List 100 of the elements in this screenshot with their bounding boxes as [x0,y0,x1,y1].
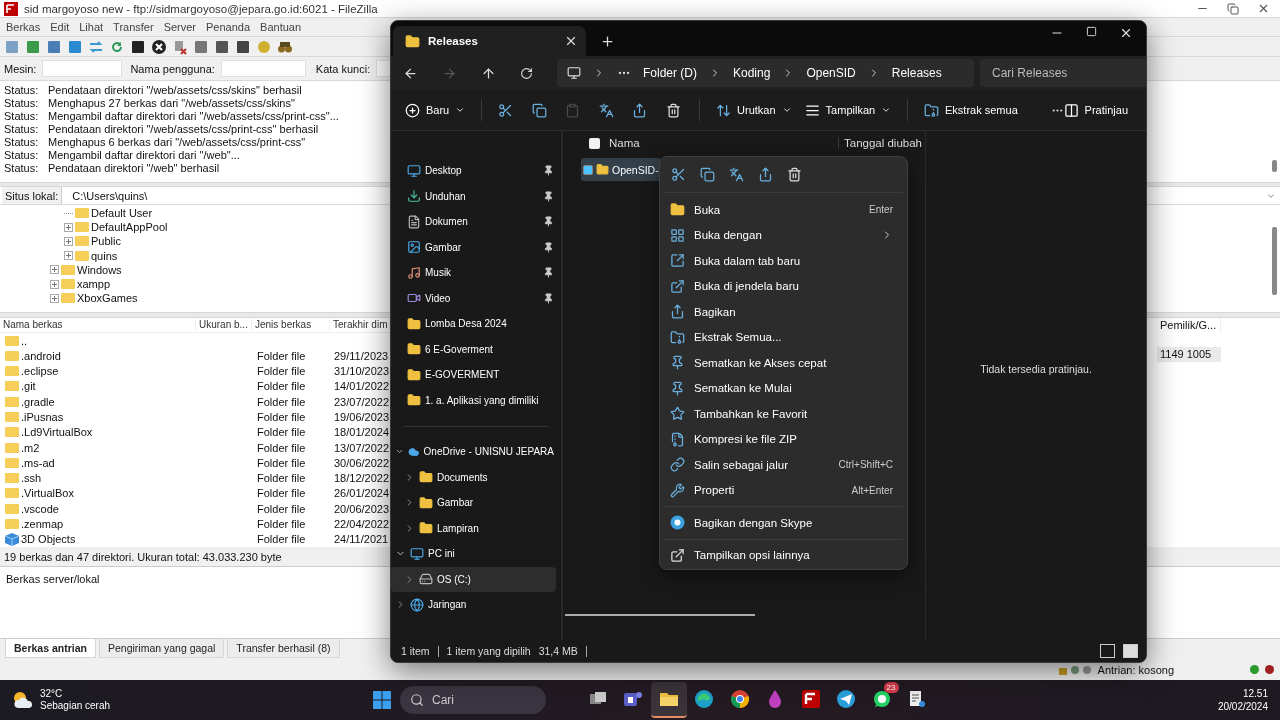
nav-item[interactable]: Jaringan [391,592,556,618]
file-row[interactable]: OpenSID- [581,158,661,181]
up-icon[interactable] [481,65,496,81]
tree-item[interactable]: Public [91,235,121,248]
file-name[interactable]: .eclipse [21,365,59,378]
new-tab-icon[interactable] [600,34,615,49]
breadcrumb-item[interactable]: Folder (D) [643,66,697,80]
file-name[interactable]: .git [21,380,36,393]
nav-item[interactable]: Gambar [391,234,556,260]
tree-item[interactable]: DefaultAppPool [91,221,168,234]
tree-item[interactable]: quins [91,249,118,262]
nav-item[interactable]: OS (C:) [391,566,556,592]
tab[interactable]: Pengiriman yang gagal [98,639,225,658]
nav-item[interactable]: Unduhan [391,183,556,209]
nav-item[interactable]: OneDrive - UNISNU JEPARA [391,439,556,465]
menu-item[interactable]: Sematkan ke Akses cepat [664,350,903,376]
taskbar-button[interactable]: 23 [864,682,900,718]
column-header[interactable]: Jenis berkas [252,319,330,331]
view-button[interactable]: Tampilkan [804,102,892,118]
menu-item[interactable]: Transfer [108,21,159,33]
copy-icon[interactable] [531,102,547,118]
trash-icon[interactable] [666,102,681,118]
nav-item[interactable]: Documents [391,464,556,490]
rename-icon[interactable] [598,102,614,118]
expand-icon[interactable] [64,251,73,261]
breadcrumb-item[interactable]: OpenSID [806,66,856,80]
scrollbar-thumb[interactable] [1272,160,1277,172]
checkbox[interactable] [589,137,600,149]
file-name[interactable]: .ssh [21,472,42,485]
cut-icon[interactable] [671,167,686,182]
close-icon[interactable] [1257,2,1270,15]
expand-icon[interactable] [50,279,59,289]
document-icon[interactable] [907,689,928,709]
trash-icon[interactable] [787,167,802,182]
menu-item[interactable]: Properti Alt+Enter [664,477,903,503]
menu-item[interactable]: Tampilkan opsi lainnya [664,542,903,568]
disconnect-icon[interactable] [172,38,188,55]
nav-item[interactable]: E-GOVERMENT [391,362,556,388]
nav-item[interactable]: Lomba Desa 2024 [391,311,556,337]
chat-bubble-icon[interactable] [871,689,892,709]
nav-item[interactable]: Gambar [391,490,556,516]
breadcrumb-item[interactable]: Koding [733,66,771,80]
input-field[interactable] [220,60,306,77]
column-header[interactable]: Tanggal diubah [838,137,925,149]
file-name[interactable]: .ms-ad [21,456,55,469]
expand-icon[interactable] [50,265,59,275]
file-name[interactable]: .android [21,349,61,362]
tree-item[interactable]: Windows [77,263,122,276]
close-icon[interactable] [1119,26,1133,40]
extract-button[interactable]: Ekstrak semua [924,102,1018,118]
file-name[interactable]: .Ld9VirtualBox [21,426,93,439]
details-view-icon[interactable] [1100,644,1115,658]
nav-item[interactable]: 1. a. Aplikasi yang dimiliki [391,387,556,413]
menu-item[interactable]: Server [158,21,202,33]
column-header[interactable]: Nama berkas [0,319,196,331]
refresh-icon[interactable] [520,66,533,80]
menu-item[interactable]: Bantuan [255,21,307,33]
menu-item[interactable]: Lihat [74,21,109,33]
back-icon[interactable] [403,65,418,81]
menu-item[interactable]: Bagikan [664,299,903,325]
nav-item[interactable]: Musik [391,260,556,286]
breadcrumb-item[interactable]: Releases [891,66,942,80]
tree-item[interactable]: XboxGames [77,292,138,305]
tab[interactable]: Berkas antrian [5,639,96,658]
tiles-view-icon[interactable] [1123,644,1138,658]
column-header[interactable]: Nama [609,137,829,149]
menu-item[interactable]: Buka di jendela baru [664,273,903,299]
menu-item[interactable]: Ekstrak Semua... [664,324,903,350]
column-header[interactable]: Ukuran b... [196,319,252,331]
file-name[interactable]: .iPusnas [21,411,64,424]
file-name[interactable]: .vscode [21,502,59,515]
scrollbar-thumb[interactable] [1272,227,1277,295]
menu-item[interactable]: Kompresi ke file ZIP [664,426,903,452]
file-name[interactable]: 3D Objects [21,533,76,546]
menu-item[interactable]: Berkas [1,21,46,33]
checkbox[interactable] [583,164,593,175]
share-icon[interactable] [758,167,773,182]
share-icon[interactable] [632,102,648,118]
menu-item[interactable]: Edit [45,21,75,33]
tree-item[interactable]: Default User [91,207,153,220]
file-name[interactable]: .VirtualBox [21,487,74,500]
menu-item[interactable]: Buka dalam tab baru [664,248,903,274]
people-tile-icon[interactable] [623,689,644,709]
nav-item[interactable]: Video [391,285,556,311]
ring-icon[interactable] [729,689,750,709]
menu-item[interactable]: Bagikan dengan Skype [664,510,903,536]
tree-item[interactable]: xampp [77,278,111,291]
column-header[interactable]: Berkas server/lokal [6,573,100,585]
nav-item[interactable]: Lampiran [391,515,556,541]
cancel-icon[interactable] [151,38,167,55]
cut-icon[interactable] [498,102,514,118]
file-name[interactable]: .zenmap [21,518,64,530]
file-name[interactable]: .m2 [21,441,40,454]
start-icon[interactable] [372,690,392,710]
menu-item[interactable]: Penanda [201,21,256,33]
file-name[interactable]: .. [21,334,28,347]
paper-plane-icon[interactable] [836,689,857,709]
expand-icon[interactable] [64,222,73,232]
menu-item[interactable]: Buka Enter [664,197,903,223]
copy-icon[interactable] [700,167,715,182]
